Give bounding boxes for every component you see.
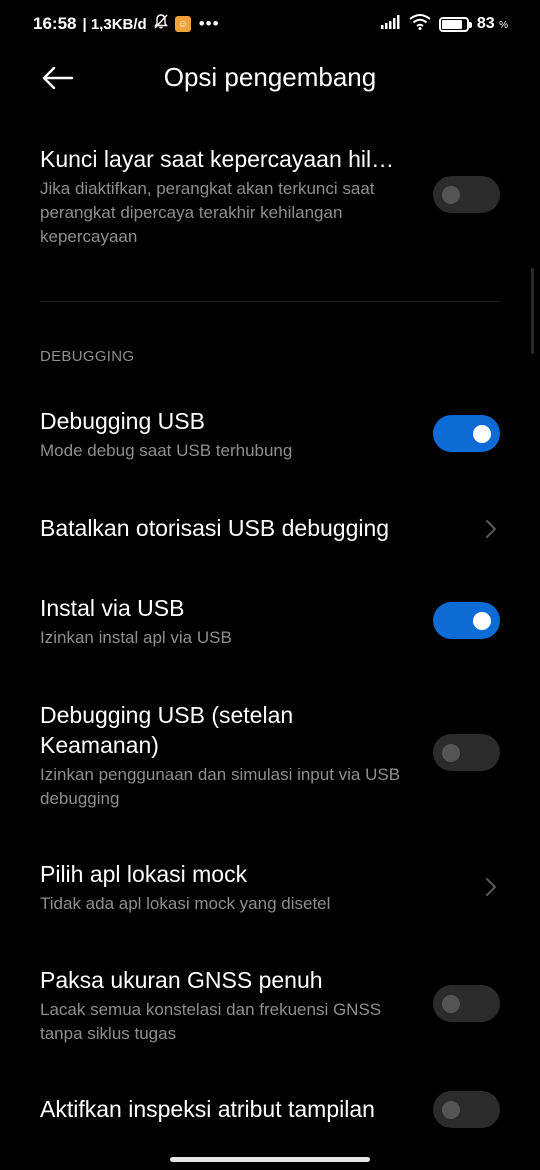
battery-icon	[438, 16, 472, 32]
item-title: Pilih apl lokasi mock	[40, 861, 248, 887]
list-item-revoke-usb-auth[interactable]: Batalkan otorisasi USB debugging	[40, 513, 500, 545]
item-title: Paksa ukuran GNSS penuh	[40, 967, 323, 993]
list-item-usb-debugging[interactable]: Debugging USB Mode debug saat USB terhub…	[40, 406, 500, 466]
section-header-debugging: DEBUGGING	[40, 348, 135, 365]
toggle-knob	[442, 743, 460, 762]
chevron-right-icon	[486, 520, 496, 538]
item-text: Aktifkan inspeksi atribut tampilan	[40, 1094, 430, 1124]
item-title: Batalkan otorisasi USB debugging	[40, 515, 390, 541]
screen: 16:58 | 1,3KB/d ☺ ••• 83 % Opsi pengemba…	[0, 0, 540, 1170]
item-text: Debugging USB (setelan Keamanan) Izinkan…	[40, 700, 420, 811]
list-item-usb-debugging-security[interactable]: Debugging USB (setelan Keamanan) Izinkan…	[40, 700, 500, 812]
toggle-knob	[442, 994, 460, 1013]
item-title: Aktifkan inspeksi atribut tampilan	[40, 1096, 375, 1122]
usb-debugging-toggle[interactable]	[433, 415, 500, 452]
item-subtitle: Izinkan instal apl via USB	[40, 628, 232, 647]
item-text: Paksa ukuran GNSS penuh Lacak semua kons…	[40, 965, 420, 1046]
item-text: Instal via USB Izinkan instal apl via US…	[40, 593, 420, 650]
divider	[40, 301, 500, 302]
item-title: Debugging USB	[40, 408, 205, 434]
item-subtitle: Tidak ada apl lokasi mock yang disetel	[40, 894, 331, 913]
toggle-knob	[442, 185, 460, 204]
scroll-indicator[interactable]	[531, 268, 534, 354]
toggle-knob	[442, 1100, 460, 1119]
status-bar: 16:58 | 1,3KB/d ☺ ••• 83 %	[0, 0, 540, 48]
signal-icon	[380, 14, 401, 34]
battery-percent-unit: %	[499, 20, 508, 31]
battery-percent-value: 83	[476, 15, 495, 32]
status-right: 83 %	[380, 13, 508, 35]
item-text: Pilih apl lokasi mock Tidak ada apl loka…	[40, 859, 420, 916]
lock-on-trust-loss-toggle[interactable]	[433, 176, 500, 213]
item-title: Debugging USB (setelan Keamanan)	[40, 702, 294, 758]
list-item-mock-location-app[interactable]: Pilih apl lokasi mock Tidak ada apl loka…	[40, 859, 500, 919]
home-indicator[interactable]	[170, 1157, 370, 1162]
toggle-knob	[473, 611, 491, 630]
network-speed: | 1,3KB/d	[82, 15, 147, 33]
item-title: Kunci layar saat kepercayaan hil…	[40, 146, 395, 172]
toggle-knob	[473, 424, 491, 443]
view-attribute-inspection-toggle[interactable]	[433, 1091, 500, 1128]
item-subtitle: Jika diaktifkan, perangkat akan terkunci…	[40, 179, 375, 246]
list-item-view-attribute-inspection[interactable]: Aktifkan inspeksi atribut tampilan	[40, 1091, 500, 1134]
battery-percent: 83 %	[477, 15, 508, 33]
item-title: Instal via USB	[40, 595, 185, 621]
list-item-lock-on-trust-loss[interactable]: Kunci layar saat kepercayaan hil… Jika d…	[40, 144, 500, 254]
battery-level	[441, 19, 462, 29]
status-time: 16:58	[33, 14, 77, 33]
muted-bell-icon	[153, 13, 169, 35]
status-left: 16:58 | 1,3KB/d ☺ •••	[33, 13, 220, 35]
install-via-usb-toggle[interactable]	[433, 602, 500, 639]
list-item-install-via-usb[interactable]: Instal via USB Izinkan instal apl via US…	[40, 593, 500, 653]
item-text: Batalkan otorisasi USB debugging	[40, 513, 460, 543]
page-title: Opsi pengembang	[163, 62, 377, 92]
item-text: Kunci layar saat kepercayaan hil… Jika d…	[40, 144, 420, 249]
app-header: Opsi pengembang	[0, 48, 540, 108]
item-subtitle: Izinkan penggunaan dan simulasi input vi…	[40, 765, 401, 808]
item-subtitle: Mode debug saat USB terhubung	[40, 441, 293, 460]
usb-debugging-security-toggle[interactable]	[433, 734, 500, 771]
more-notifications-icon: •••	[198, 14, 220, 33]
chevron-right-icon	[486, 878, 496, 896]
app-notification-icon: ☺	[174, 16, 191, 32]
force-full-gnss-toggle[interactable]	[433, 985, 500, 1022]
wifi-icon	[409, 13, 431, 35]
list-item-force-full-gnss[interactable]: Paksa ukuran GNSS penuh Lacak semua kons…	[40, 965, 500, 1049]
item-text: Debugging USB Mode debug saat USB terhub…	[40, 406, 420, 463]
item-subtitle: Lacak semua konstelasi dan frekuensi GNS…	[40, 1000, 382, 1043]
